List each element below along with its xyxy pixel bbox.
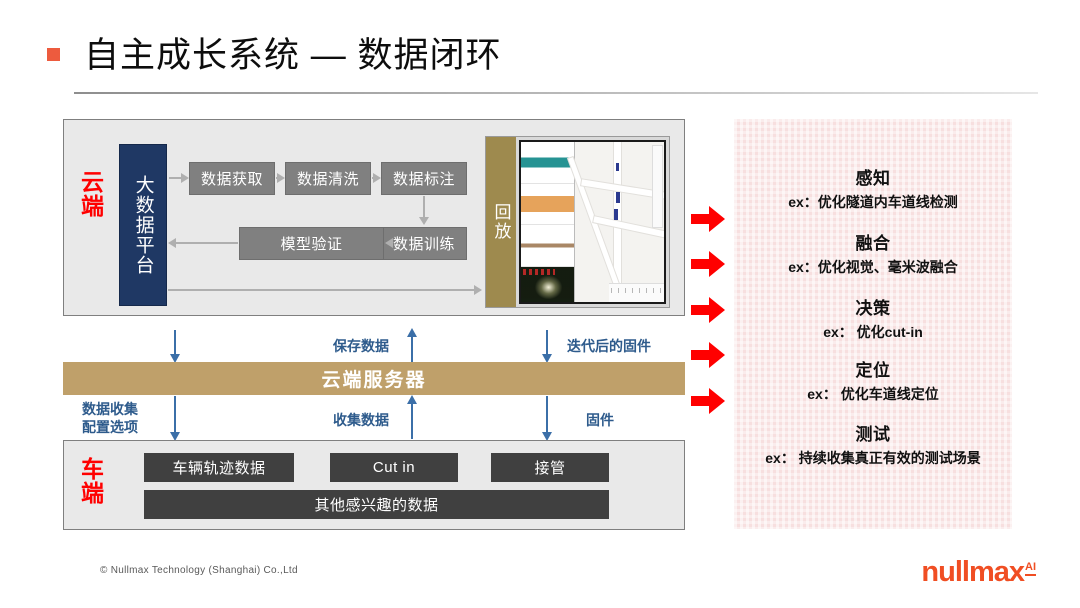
- title-bullet-icon: [47, 48, 60, 61]
- page-title: 自主成长系统 — 数据闭环: [84, 36, 502, 75]
- capabilities-panel: 感知 ex：优化隧道内车道线检测 融合 ex：优化视觉、毫米波融合 决策 ex：…: [734, 119, 1012, 529]
- flow-label-collect-config-line2: 配置选项: [82, 418, 138, 435]
- logo-ai-superscript: AI: [1025, 561, 1036, 577]
- arrow-annot-to-train-head: [419, 217, 429, 225]
- capability-heading-test: 测试: [855, 425, 891, 444]
- cloud-server-bar: 云端服务器: [63, 362, 685, 395]
- flow-arrow-down-firmware: [546, 396, 548, 434]
- vehicle-data-label-other: 其他感兴趣的数据: [314, 497, 439, 514]
- playback-signal-charts: [521, 142, 576, 302]
- vehicle-data-box-takeover[interactable]: 接管: [491, 453, 609, 482]
- flow-arrow-up-collect-data-head: [407, 395, 417, 404]
- flow-arrow-up-collect-data: [411, 399, 413, 439]
- arrow-train-to-valid-head: [385, 238, 393, 248]
- vehicle-data-box-other[interactable]: 其他感兴趣的数据: [144, 490, 609, 519]
- pipeline-box-data-cleaning[interactable]: 数据清洗: [285, 162, 371, 195]
- capability-arrow-test: [691, 388, 725, 414]
- capability-item-localization: 定位 ex： 优化车道线定位: [734, 358, 1012, 405]
- flow-label-iterated-firmware: 迭代后的固件: [567, 338, 651, 354]
- capability-example-perception: ex：优化隧道内车道线检测: [788, 193, 958, 210]
- flow-arrow-up-save-data-head: [407, 328, 417, 337]
- vehicle-side-label: 车端: [77, 457, 104, 505]
- vehicle-data-label-cutin: Cut in: [372, 459, 416, 476]
- flow-label-save-data: 保存数据: [333, 338, 389, 354]
- flow-label-collect-config: 数据收集 配置选项: [82, 401, 138, 436]
- pipeline-box-data-training[interactable]: 数据训练: [381, 227, 467, 260]
- vehicle-data-box-cut-in[interactable]: Cut in: [330, 453, 458, 482]
- flow-label-collect-data: 收集数据: [333, 412, 389, 428]
- map-vehicle-marker-3: [614, 209, 619, 221]
- capability-item-fusion: 融合 ex：优化视觉、毫米波融合: [734, 231, 1012, 278]
- map-timeline-bar[interactable]: [609, 282, 664, 302]
- pipeline-label-valid: 模型验证: [280, 236, 343, 253]
- capability-heading-fusion: 融合: [855, 234, 891, 253]
- vehicle-data-box-trajectory[interactable]: 车辆轨迹数据: [144, 453, 294, 482]
- capability-example-fusion: ex：优化视觉、毫米波融合: [788, 258, 958, 275]
- arrow-platform-to-acq-head: [181, 173, 189, 183]
- signal-chart-teal: [521, 142, 575, 184]
- arrow-platform-to-playback: [168, 289, 478, 291]
- arrow-annot-to-train: [423, 196, 425, 218]
- map-vehicle-marker-2: [615, 191, 620, 203]
- flow-label-firmware: 固件: [586, 412, 614, 428]
- pipeline-label-clean: 数据清洗: [296, 171, 359, 188]
- pipeline-box-data-acquisition[interactable]: 数据获取: [189, 162, 275, 195]
- capability-arrow-perception: [691, 206, 725, 232]
- title-divider: [74, 92, 1038, 94]
- timeline-ticks: [610, 287, 663, 293]
- slide-canvas: 自主成长系统 — 数据闭环 云端 大数据平台 数据获取 数据清洗 数据标注 数据…: [0, 0, 1080, 608]
- pipeline-box-model-validation[interactable]: 模型验证: [239, 227, 384, 260]
- capability-example-decision: ex： 优化cut-in: [823, 323, 923, 340]
- capability-item-perception: 感知 ex：优化隧道内车道线检测: [734, 166, 1012, 213]
- signal-chart-brown: [521, 225, 575, 267]
- arrow-platform-to-playback-head: [474, 285, 482, 295]
- playback-label: 回放: [491, 203, 511, 241]
- capability-arrow-fusion: [691, 251, 725, 277]
- capability-example-test: ex： 持续收集真正有效的测试场景: [765, 449, 981, 466]
- nullmax-logo: nullmaxAI: [921, 556, 1036, 589]
- cloud-side-label: 云端: [77, 170, 104, 218]
- capability-example-localization: ex： 优化车道线定位: [807, 385, 939, 402]
- arrow-platform-to-acq: [169, 177, 181, 179]
- camera-overlay-text: [523, 268, 556, 275]
- big-data-platform-box: 大数据平台: [119, 144, 167, 306]
- big-data-platform-label: 大数据平台: [132, 175, 154, 275]
- arrow-valid-to-platform-head: [168, 238, 176, 248]
- playback-side-label-box: 回放: [486, 137, 516, 307]
- capability-heading-perception: 感知: [855, 169, 891, 188]
- map-side-toolbar[interactable]: [652, 145, 663, 229]
- vehicle-data-label-traj: 车辆轨迹数据: [172, 460, 266, 477]
- vehicle-data-label-take: 接管: [534, 460, 566, 477]
- flow-label-collect-config-line1: 数据收集: [82, 401, 138, 417]
- flow-arrow-down-left-upper: [174, 330, 176, 356]
- playback-map-view: [568, 142, 664, 302]
- capability-arrow-decision: [691, 297, 725, 323]
- signal-chart-orange: [521, 183, 575, 226]
- arrow-valid-to-platform: [176, 242, 238, 244]
- arrow-clean-to-annot-head: [373, 173, 381, 183]
- flow-arrow-down-iterated-firmware: [546, 330, 548, 356]
- playback-panel: 回放: [485, 136, 670, 308]
- capability-item-decision: 决策 ex： 优化cut-in: [734, 296, 1012, 343]
- map-vehicle-marker-1: [615, 162, 620, 171]
- logo-wordmark: nullmax: [921, 556, 1025, 588]
- vehicle-section: 车端 车辆轨迹数据 Cut in 接管 其他感兴趣的数据: [63, 440, 685, 530]
- capability-arrow-localization: [691, 342, 725, 368]
- playback-screenshot: [519, 140, 666, 304]
- pipeline-box-data-annotation[interactable]: 数据标注: [381, 162, 467, 195]
- arrow-acq-to-clean-head: [277, 173, 285, 183]
- capability-heading-decision: 决策: [855, 299, 891, 318]
- flow-arrow-down-left-lower: [174, 396, 176, 434]
- capability-item-test: 测试 ex： 持续收集真正有效的测试场景: [734, 422, 1012, 469]
- copyright-text: © Nullmax Technology (Shanghai) Co.,Ltd: [100, 565, 298, 576]
- pipeline-label-acq: 数据获取: [200, 171, 263, 188]
- playback-camera-view: [521, 266, 575, 302]
- pipeline-label-train: 数据训练: [392, 236, 455, 253]
- cloud-server-label: 云端服务器: [321, 370, 427, 391]
- pipeline-label-annot: 数据标注: [392, 171, 455, 188]
- cloud-section: 云端 大数据平台 数据获取 数据清洗 数据标注 数据训练 模型验证 回放: [63, 119, 685, 316]
- capability-heading-localization: 定位: [855, 361, 891, 380]
